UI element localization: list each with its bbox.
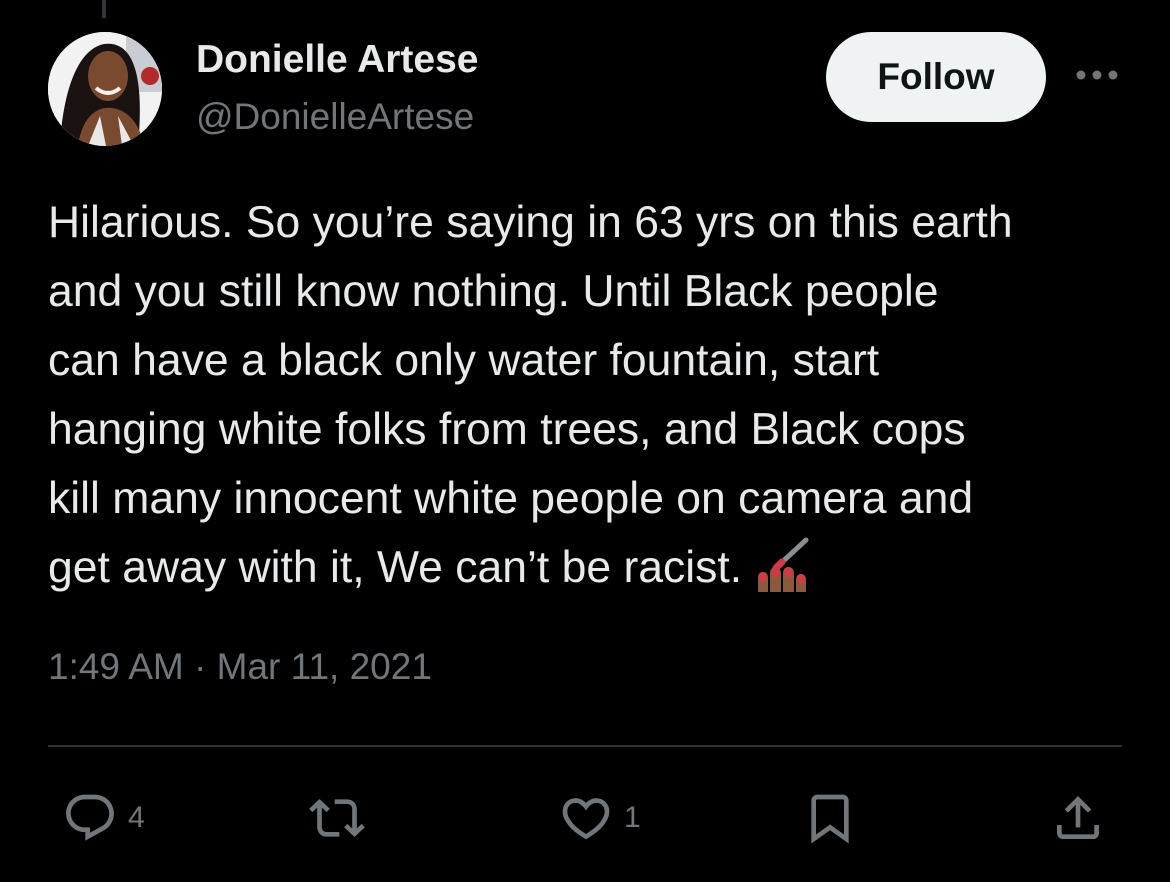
follow-button[interactable]: Follow [826, 32, 1046, 122]
nail-polish-emoji [754, 534, 812, 612]
heart-icon [562, 798, 610, 840]
like-button[interactable]: 1 [558, 790, 641, 846]
tweet-timestamp[interactable]: 1:49 AM · Mar 11, 2021 [48, 646, 432, 688]
author-handle[interactable]: @DonielleArtese [196, 96, 474, 138]
reply-count: 4 [128, 801, 145, 834]
author-display-name[interactable]: Donielle Artese [196, 38, 478, 82]
tweet-text: Hilarious. So you’re saying in 63 yrs on… [48, 188, 1133, 612]
tweet-text-line: can have a black only water fountain, st… [48, 336, 880, 385]
reply-button[interactable]: 4 [62, 790, 145, 846]
retweet-icon [309, 799, 365, 837]
bookmark-button[interactable] [802, 790, 858, 846]
tweet-text-line: Hilarious. So you’re saying in 63 yrs on… [48, 198, 1013, 247]
more-options-button[interactable] [1072, 60, 1122, 90]
retweet-button[interactable] [306, 790, 368, 846]
tweet-text-line: get away with it, We can’t be racist. [48, 543, 743, 592]
share-button[interactable] [1050, 790, 1106, 846]
tweet-text-line-last: get away with it, We can’t be racist. [48, 533, 1133, 612]
more-dots-icon [1076, 70, 1118, 80]
thread-connector-line [102, 0, 106, 18]
tweet-text-line: hanging white folks from trees, and Blac… [48, 405, 966, 454]
avatar[interactable] [48, 32, 162, 146]
share-icon [1057, 796, 1099, 839]
bookmark-icon [811, 794, 849, 844]
tweet-text-line: and you still know nothing. Until Black … [48, 267, 939, 316]
reply-bubble-icon [66, 794, 114, 841]
tweet-text-line: kill many innocent white people on camer… [48, 474, 974, 523]
divider [48, 745, 1122, 747]
avatar-photo [48, 32, 162, 146]
like-count: 1 [624, 801, 641, 834]
